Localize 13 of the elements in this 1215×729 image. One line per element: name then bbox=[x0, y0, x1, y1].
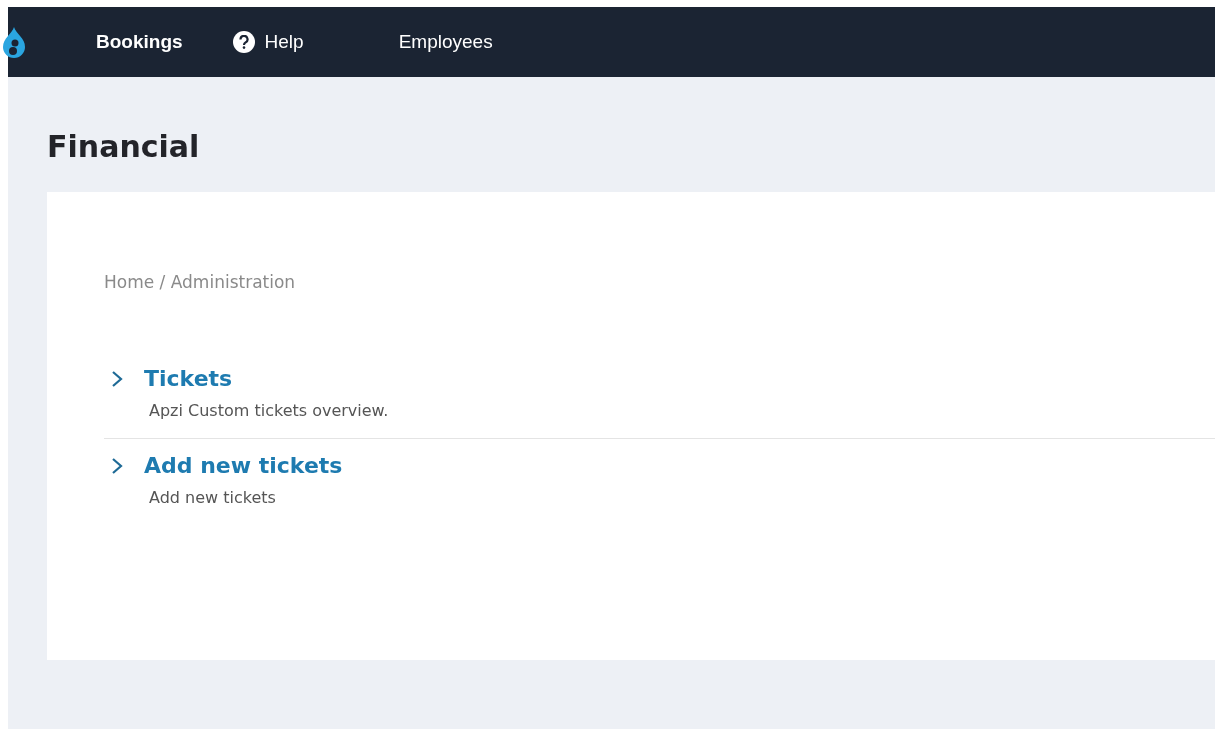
nav-link[interactable]: Help bbox=[232, 31, 304, 53]
nav-link[interactable]: Employees bbox=[398, 31, 493, 53]
nav-link[interactable]: Bookings bbox=[96, 31, 183, 53]
entry-link[interactable]: Add new tickets bbox=[144, 453, 343, 478]
entry-description: Add new tickets bbox=[149, 488, 277, 507]
help-icon bbox=[232, 31, 255, 53]
entry-description: Apzi Custom tickets overview. bbox=[149, 401, 390, 420]
chevron-right-icon bbox=[110, 369, 124, 388]
drop-logo-icon[interactable] bbox=[2, 26, 26, 58]
entry-link[interactable]: Tickets bbox=[144, 366, 233, 391]
breadcrumb: Home / Administration bbox=[104, 272, 296, 292]
page-title: Financial bbox=[46, 128, 201, 166]
chevron-right-icon bbox=[110, 456, 124, 475]
